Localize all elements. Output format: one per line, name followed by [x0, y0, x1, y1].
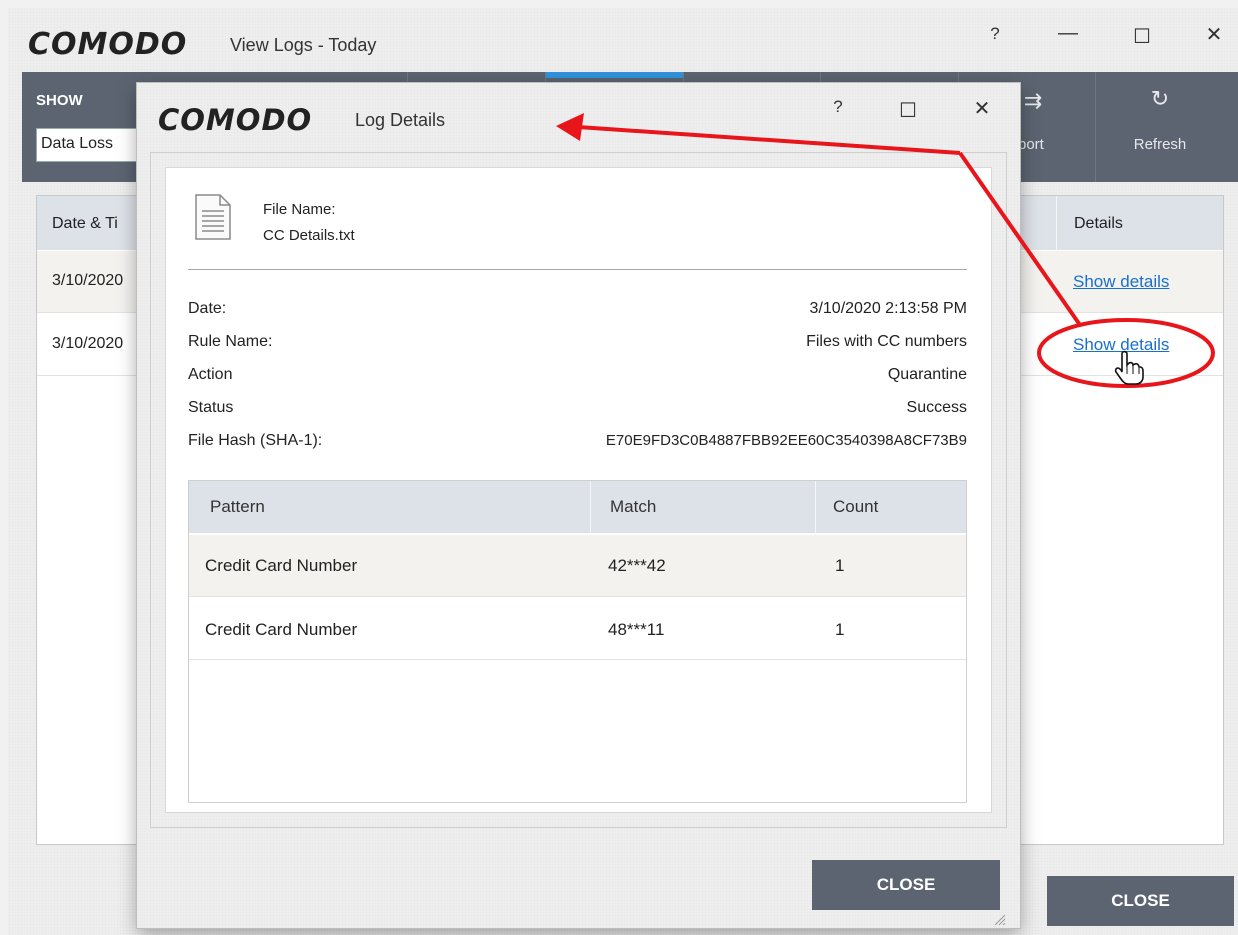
action-label: Action — [188, 366, 233, 383]
file-document-icon — [195, 194, 231, 240]
show-details-link[interactable]: Show details — [1073, 272, 1169, 292]
date-value: 3/10/2020 2:13:58 PM — [809, 300, 967, 317]
toolbar-separator — [1095, 72, 1096, 182]
pattern-cell: Credit Card Number — [205, 620, 358, 639]
export-icon[interactable]: ⇉ — [1018, 88, 1048, 114]
active-tab-indicator — [545, 72, 683, 78]
status-label: Status — [188, 399, 234, 416]
status-value: Success — [906, 399, 967, 416]
date-label: Date: — [188, 300, 227, 317]
row-date: 3/10/2020 — [52, 272, 124, 289]
main-help-button[interactable]: ? — [975, 24, 1015, 44]
table-column-separator — [590, 481, 591, 533]
show-filter-label: SHOW — [36, 92, 83, 109]
match-cell: 48***11 — [608, 620, 665, 639]
file-name-label: File Name: — [263, 201, 336, 218]
refresh-icon[interactable]: ↻ — [1140, 86, 1180, 112]
rule-name-label: Rule Name: — [188, 333, 273, 350]
column-header-count[interactable]: Count — [833, 497, 878, 517]
main-close-window-button[interactable]: ✕ — [1194, 22, 1234, 47]
count-cell: 1 — [835, 620, 845, 639]
column-header-pattern[interactable]: Pattern — [210, 497, 265, 517]
main-minimize-button[interactable]: — — [1048, 22, 1088, 45]
column-header-details[interactable]: Details — [1074, 215, 1123, 233]
resize-grip-icon[interactable] — [992, 912, 1006, 926]
main-window-title: View Logs - Today — [230, 35, 377, 55]
export-button-label[interactable]: port — [1018, 136, 1058, 153]
row-date: 3/10/2020 — [52, 335, 124, 352]
column-header-match[interactable]: Match — [610, 497, 656, 517]
dialog-close-window-button[interactable]: ✕ — [962, 96, 1002, 121]
main-maximize-button[interactable]: ☐ — [1122, 24, 1162, 49]
file-name-value: CC Details.txt — [263, 227, 355, 244]
section-divider — [188, 269, 967, 270]
table-column-separator — [815, 481, 816, 533]
hand-cursor-icon — [1114, 350, 1144, 385]
dialog-title: Log Details — [355, 110, 446, 130]
action-value: Quarantine — [887, 366, 967, 383]
count-cell: 1 — [835, 556, 845, 575]
dialog-help-button[interactable]: ? — [818, 97, 858, 117]
rule-name-value: Files with CC numbers — [806, 333, 967, 350]
grid-column-separator — [1056, 196, 1057, 250]
main-logo: COMODO — [28, 27, 188, 62]
dialog-close-button[interactable]: CLOSE — [812, 860, 1000, 910]
file-hash-label: File Hash (SHA-1): — [188, 432, 323, 449]
dialog-maximize-button[interactable]: ☐ — [888, 98, 928, 123]
match-cell: 42***42 — [608, 556, 666, 575]
column-header-date-time[interactable]: Date & Ti — [52, 215, 118, 233]
pattern-cell: Credit Card Number — [205, 556, 358, 575]
file-hash-value: E70E9FD3C0B4887FBB92EE60C3540398A8CF73B9 — [605, 432, 967, 449]
dialog-logo: COMODO — [158, 103, 313, 137]
refresh-button-label[interactable]: Refresh — [1110, 136, 1210, 153]
main-close-button[interactable]: CLOSE — [1047, 876, 1234, 926]
